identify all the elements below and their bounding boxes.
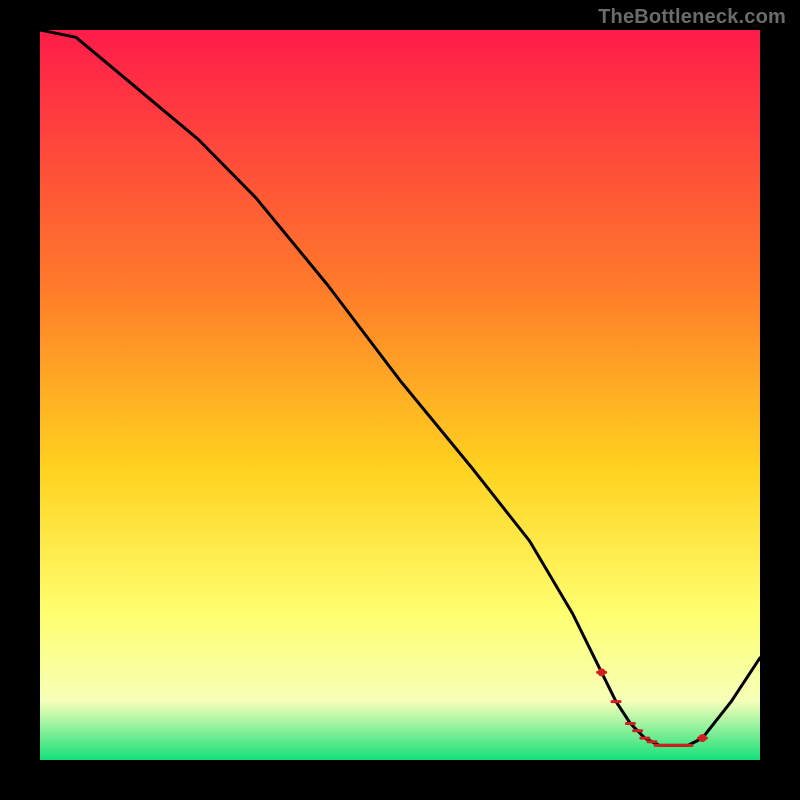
watermark-text: TheBottleneck.com <box>598 6 786 29</box>
chart-frame: TheBottleneck.com <box>0 0 800 800</box>
chart-svg <box>40 30 760 760</box>
chart-plot-area <box>40 30 760 760</box>
